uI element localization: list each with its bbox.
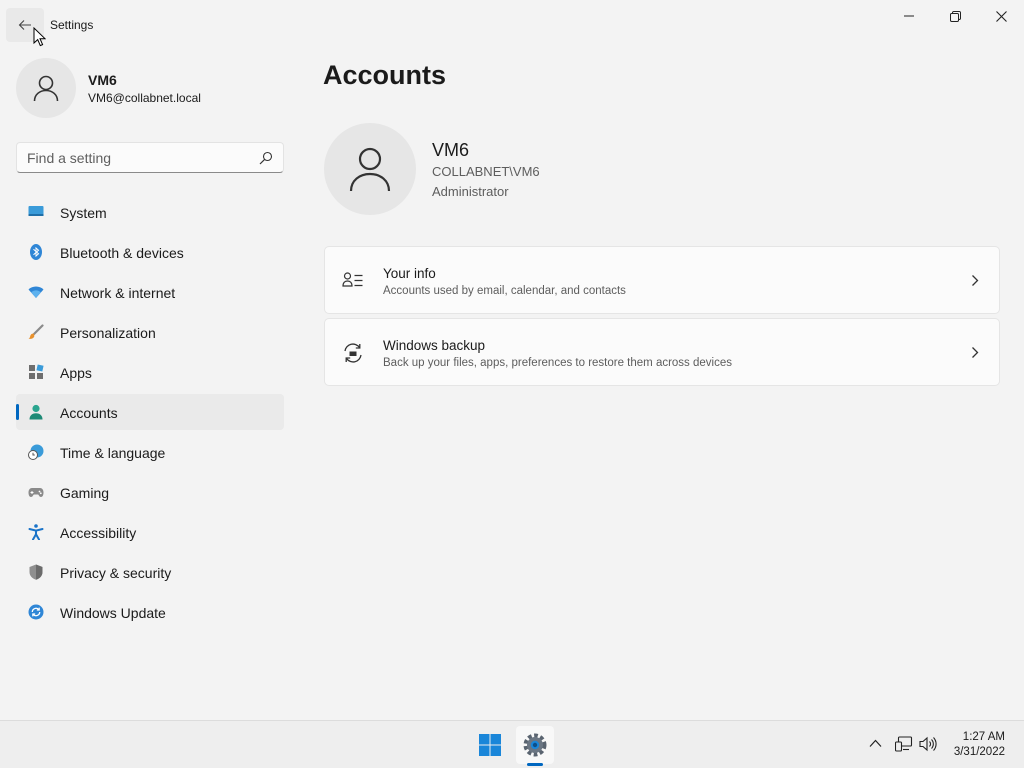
- sidebar-item-label: Bluetooth & devices: [60, 245, 184, 261]
- accounts-icon: [29, 404, 43, 420]
- sidebar-nav: System Bluetooth & devices Network & int…: [16, 194, 284, 634]
- sidebar-item-label: Accounts: [60, 405, 118, 421]
- globe-clock-icon: [28, 444, 44, 460]
- chevron-right-icon: [972, 275, 979, 286]
- close-icon: [995, 10, 1007, 22]
- gamepad-icon: [28, 488, 44, 497]
- card-title: Your info: [383, 266, 436, 281]
- person-icon: [349, 147, 391, 192]
- avatar: [16, 58, 76, 118]
- sidebar-item-label: Personalization: [60, 325, 156, 341]
- mouse-cursor-icon: [33, 27, 46, 47]
- speaker-icon[interactable]: [919, 736, 937, 752]
- account-role: Administrator: [432, 184, 509, 199]
- settings-gear-icon: [523, 733, 547, 757]
- restore-icon: [949, 10, 961, 22]
- bluetooth-icon: [30, 244, 42, 260]
- title-bar: Settings: [0, 0, 1024, 48]
- clock-time: 1:27 AM: [962, 731, 1005, 743]
- sidebar-item-time-language[interactable]: Time & language: [16, 434, 284, 470]
- contact-card-icon: [342, 272, 363, 287]
- network-icon[interactable]: [895, 736, 913, 752]
- update-icon: [28, 604, 44, 620]
- search-placeholder: Find a setting: [27, 150, 112, 166]
- sidebar-item-label: Network & internet: [60, 285, 176, 301]
- sidebar-item-accounts[interactable]: Accounts: [16, 394, 284, 430]
- sidebar-item-label: Windows Update: [60, 605, 166, 621]
- sidebar-item-label: System: [60, 205, 107, 221]
- chevron-up-icon[interactable]: [869, 739, 882, 748]
- backup-sync-icon: [344, 343, 362, 363]
- person-icon: [33, 75, 59, 102]
- app-title: Settings: [50, 18, 94, 32]
- search-icon[interactable]: [259, 151, 273, 165]
- account-name: VM6: [432, 140, 470, 160]
- chevron-right-icon: [972, 347, 979, 358]
- taskbar: 1:27 AM 3/31/2022: [0, 720, 1024, 768]
- sidebar-item-privacy-security[interactable]: Privacy & security: [16, 554, 284, 590]
- search-input[interactable]: Find a setting: [16, 142, 284, 173]
- arrow-left-icon: [18, 20, 31, 30]
- clock-date: 3/31/2022: [953, 746, 1005, 758]
- sidebar-item-windows-update[interactable]: Windows Update: [16, 594, 284, 630]
- user-profile: VM6 VM6@collabnet.local: [16, 58, 286, 118]
- your-info-card[interactable]: Your info Accounts used by email, calend…: [324, 246, 1000, 314]
- sidebar-item-bluetooth[interactable]: Bluetooth & devices: [16, 234, 284, 270]
- sidebar-item-gaming[interactable]: Gaming: [16, 474, 284, 510]
- sidebar-item-accessibility[interactable]: Accessibility: [16, 514, 284, 550]
- card-title: Windows backup: [383, 338, 486, 353]
- sidebar-item-personalization[interactable]: Personalization: [16, 314, 284, 350]
- close-button[interactable]: [978, 0, 1024, 32]
- page-title: Accounts: [323, 60, 447, 90]
- minimize-icon: [904, 15, 914, 17]
- sidebar-item-label: Accessibility: [60, 525, 137, 541]
- account-domain: COLLABNET\VM6: [432, 164, 540, 179]
- card-subtitle: Back up your files, apps, preferences to…: [383, 357, 732, 369]
- brush-icon: [28, 324, 44, 339]
- windows-backup-card[interactable]: Windows backup Back up your files, apps,…: [324, 318, 1000, 386]
- windows-start-icon[interactable]: [478, 733, 502, 757]
- system-clock[interactable]: 1:27 AM 3/31/2022: [954, 730, 1005, 760]
- sidebar-item-label: Gaming: [60, 485, 110, 501]
- monitor-icon: [28, 206, 44, 216]
- sidebar-item-system[interactable]: System: [16, 194, 284, 230]
- wifi-icon: [28, 286, 44, 298]
- sidebar-item-label: Privacy & security: [60, 565, 172, 581]
- restore-button[interactable]: [932, 0, 978, 32]
- apps-icon: [29, 364, 44, 379]
- taskbar-settings-button[interactable]: [516, 726, 554, 764]
- account-avatar: [324, 123, 416, 215]
- shield-icon: [29, 564, 43, 580]
- active-app-indicator: [527, 763, 543, 766]
- sidebar-item-apps[interactable]: Apps: [16, 354, 284, 390]
- profile-name: VM6: [88, 72, 117, 88]
- profile-email: VM6@collabnet.local: [88, 91, 201, 105]
- accessibility-icon: [28, 524, 44, 540]
- sidebar-item-network[interactable]: Network & internet: [16, 274, 284, 310]
- sidebar-item-label: Time & language: [60, 445, 166, 461]
- minimize-button[interactable]: [886, 0, 932, 32]
- card-subtitle: Accounts used by email, calendar, and co…: [383, 285, 626, 297]
- sidebar-item-label: Apps: [60, 365, 92, 381]
